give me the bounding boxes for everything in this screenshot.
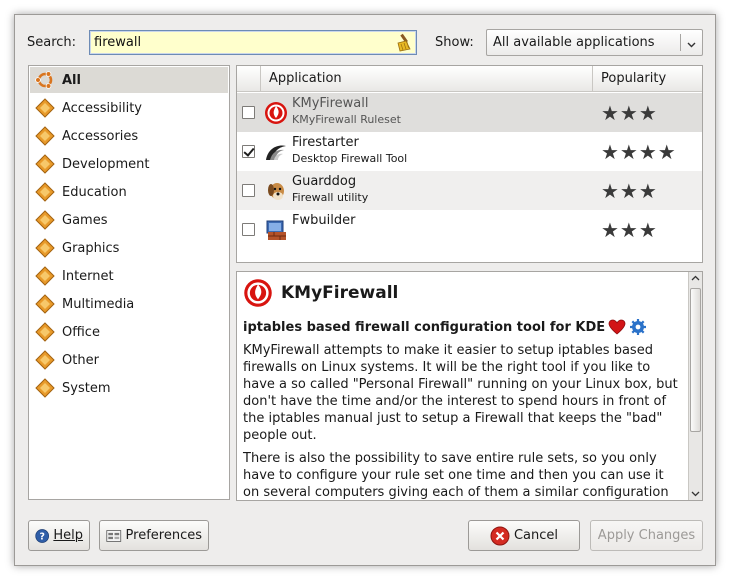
category-label: Multimedia	[62, 296, 135, 312]
show-label: Show:	[435, 35, 474, 50]
cancel-button[interactable]: Cancel	[468, 520, 580, 551]
category-label: Accessibility	[62, 100, 142, 116]
scrollbar-thumb[interactable]	[690, 288, 701, 432]
category-diamond-icon	[34, 349, 56, 371]
heart-icon	[608, 319, 626, 335]
install-checkbox[interactable]	[242, 145, 255, 158]
description-header: KMyFirewall	[243, 278, 683, 308]
ubuntu-logo-icon	[34, 69, 56, 91]
app-name: Firestarter	[292, 135, 359, 150]
preferences-button-label: Preferences	[125, 528, 202, 543]
table-row[interactable]: Firestarter Desktop Firewall Tool ★★★★	[237, 132, 702, 171]
category-diamond-icon	[34, 209, 56, 231]
firestarter-icon	[264, 140, 288, 164]
popularity-stars: ★★★★	[601, 140, 677, 164]
category-item-education[interactable]: Education	[30, 179, 228, 205]
category-diamond-icon	[34, 265, 56, 287]
category-label: Other	[62, 352, 99, 368]
help-button-label: Help	[53, 528, 83, 543]
category-label: Graphics	[62, 240, 120, 256]
chevron-down-icon[interactable]	[687, 38, 696, 48]
description-title: KMyFirewall	[281, 283, 399, 303]
checkbox-column-header[interactable]	[237, 66, 261, 92]
category-item-system[interactable]: System	[30, 375, 228, 401]
category-label: Education	[62, 184, 127, 200]
help-icon: ?	[35, 528, 50, 543]
app-name: KMyFirewall	[292, 96, 369, 111]
description-paragraph: KMyFirewall attempts to make it easier t…	[243, 343, 678, 443]
category-item-internet[interactable]: Internet	[30, 263, 228, 289]
category-label: Internet	[62, 268, 114, 284]
category-label: Office	[62, 324, 100, 340]
install-checkbox[interactable]	[242, 106, 255, 119]
cancel-icon	[490, 526, 510, 545]
description-subtitle: iptables based firewall configuration to…	[243, 319, 606, 335]
description-paragraph: There is also the possibility to save en…	[243, 451, 669, 500]
preferences-button[interactable]: Preferences	[99, 520, 209, 551]
cancel-button-label: Cancel	[513, 528, 559, 543]
application-table: Application Popularity KMyFirewall KMyFi…	[236, 65, 703, 263]
scroll-up-arrow-icon[interactable]	[689, 272, 702, 285]
category-diamond-icon	[34, 153, 56, 175]
category-diamond-icon	[34, 237, 56, 259]
apply-changes-button-label: Apply Changes	[597, 528, 696, 543]
kmyfirewall-icon	[264, 101, 288, 125]
scroll-down-arrow-icon[interactable]	[689, 487, 702, 500]
table-row[interactable]: Guarddog Firewall utility ★★★	[237, 171, 702, 210]
category-item-all[interactable]: All	[30, 67, 228, 93]
popularity-column-header[interactable]: Popularity	[593, 66, 702, 92]
category-diamond-icon	[34, 321, 56, 343]
category-label: All	[62, 72, 81, 88]
select-separator	[680, 34, 681, 51]
show-filter-value: All available applications	[493, 35, 655, 50]
clear-search-icon[interactable]	[394, 33, 414, 53]
category-item-accessibility[interactable]: Accessibility	[30, 95, 228, 121]
category-item-accessories[interactable]: Accessories	[30, 123, 228, 149]
category-diamond-icon	[34, 293, 56, 315]
category-list: All Accessibility Accessories Developmen…	[28, 65, 230, 500]
fwbuilder-icon	[264, 218, 288, 242]
application-column-header[interactable]: Application	[261, 66, 593, 92]
category-item-games[interactable]: Games	[30, 207, 228, 233]
kde-gear-icon	[630, 319, 647, 335]
category-label: Development	[62, 156, 150, 172]
application-description-panel: KMyFirewall iptables based firewall conf…	[236, 271, 703, 501]
add-remove-applications-window: Search: Show: All available applications	[14, 14, 716, 566]
search-input[interactable]	[89, 30, 417, 55]
category-diamond-icon	[34, 97, 56, 119]
app-description: Desktop Firewall Tool	[292, 152, 408, 165]
category-item-other[interactable]: Other	[30, 347, 228, 373]
popularity-stars: ★★★	[601, 218, 658, 242]
app-name: Fwbuilder	[292, 213, 356, 228]
category-item-development[interactable]: Development	[30, 151, 228, 177]
category-item-office[interactable]: Office	[30, 319, 228, 345]
category-label: Games	[62, 212, 108, 228]
install-checkbox[interactable]	[242, 184, 255, 197]
table-row[interactable]: KMyFirewall KMyFirewall Ruleset ★★★	[237, 93, 702, 132]
popularity-stars: ★★★	[601, 179, 658, 203]
category-item-multimedia[interactable]: Multimedia	[30, 291, 228, 317]
category-diamond-icon	[34, 125, 56, 147]
app-name: Guarddog	[292, 174, 357, 189]
app-description: KMyFirewall Ruleset	[292, 113, 401, 126]
popularity-stars: ★★★	[601, 101, 658, 125]
guarddog-icon	[264, 179, 288, 203]
apply-changes-button[interactable]: Apply Changes	[590, 520, 703, 551]
category-label: System	[62, 380, 111, 396]
category-item-graphics[interactable]: Graphics	[30, 235, 228, 261]
pane-splitter-handle[interactable]	[464, 265, 474, 275]
category-label: Accessories	[62, 128, 139, 144]
category-diamond-icon	[34, 377, 56, 399]
description-scrollbar[interactable]	[688, 272, 702, 500]
preferences-icon	[106, 529, 122, 542]
table-row[interactable]: Fwbuilder ★★★	[237, 210, 702, 249]
search-label: Search:	[27, 35, 77, 50]
app-description: Firewall utility	[292, 191, 369, 204]
show-filter-select[interactable]: All available applications	[486, 29, 703, 56]
category-diamond-icon	[34, 181, 56, 203]
svg-text:?: ?	[39, 531, 44, 542]
kmyfirewall-large-icon	[243, 278, 273, 308]
help-button[interactable]: ? Help	[28, 520, 90, 551]
install-checkbox[interactable]	[242, 223, 255, 236]
